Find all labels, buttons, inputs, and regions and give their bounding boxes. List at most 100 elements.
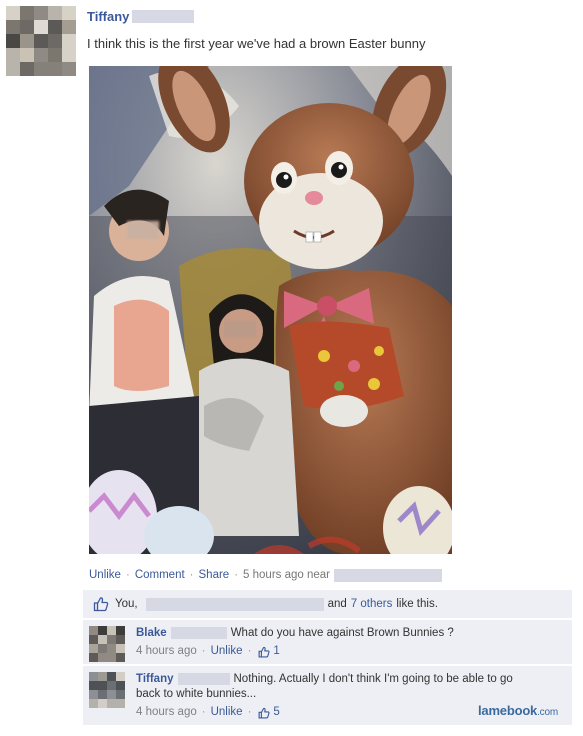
likes-row: You, and 7 others like this. [83,590,572,618]
separator-dot: · [189,569,194,581]
avatar-pixel [89,672,98,681]
avatar-pixel [62,34,76,48]
comment-like-count[interactable]: 1 [273,644,279,659]
avatar-pixel [107,699,116,708]
lamebook-watermark: lamebook.com [478,703,558,718]
avatar-pixel [116,644,125,653]
avatar-pixel [116,653,125,662]
avatar-pixel [34,6,48,20]
avatar-pixel [62,62,76,76]
redacted-location [334,568,442,582]
comment-meta: 4 hours ago · Unlike · 1 [136,644,536,659]
avatar-pixel [34,20,48,34]
avatar-pixel [20,20,34,34]
redacted-liker-name [145,597,324,611]
separator-dot: · [247,706,252,718]
watermark-brand: lamebook [478,703,538,718]
avatar-pixel [48,6,62,20]
redacted-surname [177,672,230,685]
avatar-pixel [116,690,125,699]
avatar-pixel [98,699,107,708]
avatar-pixel [116,681,125,690]
avatar-pixel [6,48,20,62]
avatar-pixel [107,644,116,653]
avatar-pixel [98,653,107,662]
avatar-pixel [89,699,98,708]
avatar-pixel [34,62,48,76]
avatar-pixel [62,48,76,62]
avatar-pixel [6,6,20,20]
comment-timestamp[interactable]: 4 hours ago [136,644,197,659]
avatar-pixel [98,635,107,644]
likes-suffix: like this. [396,598,438,610]
avatar-pixel [89,681,98,690]
avatar-pixel [116,672,125,681]
avatar-pixel [98,690,107,699]
avatar-pixel [89,690,98,699]
avatar-pixel [20,62,34,76]
avatar-pixel [89,653,98,662]
post-author-line: Tiffany [87,8,195,24]
post-text: I think this is the first year we've had… [87,36,426,51]
avatar-pixel [20,48,34,62]
likes-and: and [327,598,347,610]
comment-author-name[interactable]: Tiffany [136,673,174,685]
easter-bunny-photo [89,66,452,554]
unlike-link[interactable]: Unlike [89,569,121,581]
post-author-name[interactable]: Tiffany [87,9,129,24]
redacted-surname [170,626,227,639]
avatar-pixel [89,644,98,653]
avatar-pixel [98,672,107,681]
comment-unlike-link[interactable]: Unlike [211,705,243,720]
comment-text-line: Blake What do you have against Brown Bunn… [136,626,536,641]
comment-unlike-link[interactable]: Unlike [211,644,243,659]
likes-you: You, [115,598,138,610]
avatar-pixel [6,34,20,48]
thumbs-up-icon[interactable] [258,646,270,658]
thumbs-up-icon [93,597,109,612]
avatar-pixel [107,672,116,681]
avatar-pixel [98,626,107,635]
thumbs-up-icon[interactable] [258,707,270,719]
avatar-pixel [116,635,125,644]
comment-author-name[interactable]: Blake [136,627,167,639]
avatar-pixel [116,699,125,708]
avatar-pixel [48,20,62,34]
separator-dot: · [125,569,130,581]
avatar-pixel [62,20,76,34]
share-link[interactable]: Share [199,569,230,581]
separator-dot: · [247,645,252,657]
avatar-pixel [34,34,48,48]
post-timestamp[interactable]: 5 hours ago near [243,569,330,581]
comment-text: What do you have against Brown Bunnies ? [230,627,454,639]
avatar-pixel [116,626,125,635]
comment-link[interactable]: Comment [135,569,185,581]
comment-author-avatar[interactable] [89,626,125,662]
avatar-pixel [20,6,34,20]
avatar-pixel [107,690,116,699]
post-photo[interactable] [89,66,452,554]
watermark-tld: .com [537,707,558,718]
comment-body: Blake What do you have against Brown Bunn… [136,626,536,659]
comment-text-line: Tiffany Nothing. Actually I don't think I… [136,672,536,702]
avatar-pixel [20,34,34,48]
comment-meta: 4 hours ago · Unlike · 5 [136,705,536,720]
separator-dot: · [201,645,206,657]
avatar-pixel [89,635,98,644]
avatar-pixel [98,681,107,690]
post-author-avatar[interactable] [6,6,76,76]
comment-author-avatar[interactable] [89,672,125,708]
avatar-pixel [48,48,62,62]
likes-others-link[interactable]: 7 others [351,598,393,610]
comment-like-count[interactable]: 5 [273,705,279,720]
avatar-pixel [34,48,48,62]
avatar-pixel [107,681,116,690]
avatar-pixel [48,62,62,76]
comment-timestamp[interactable]: 4 hours ago [136,705,197,720]
separator-dot: · [201,706,206,718]
avatar-pixel [48,34,62,48]
avatar-pixel [62,6,76,20]
comment-body: Tiffany Nothing. Actually I don't think I… [136,672,536,720]
redacted-surname [132,9,195,23]
avatar-pixel [89,626,98,635]
